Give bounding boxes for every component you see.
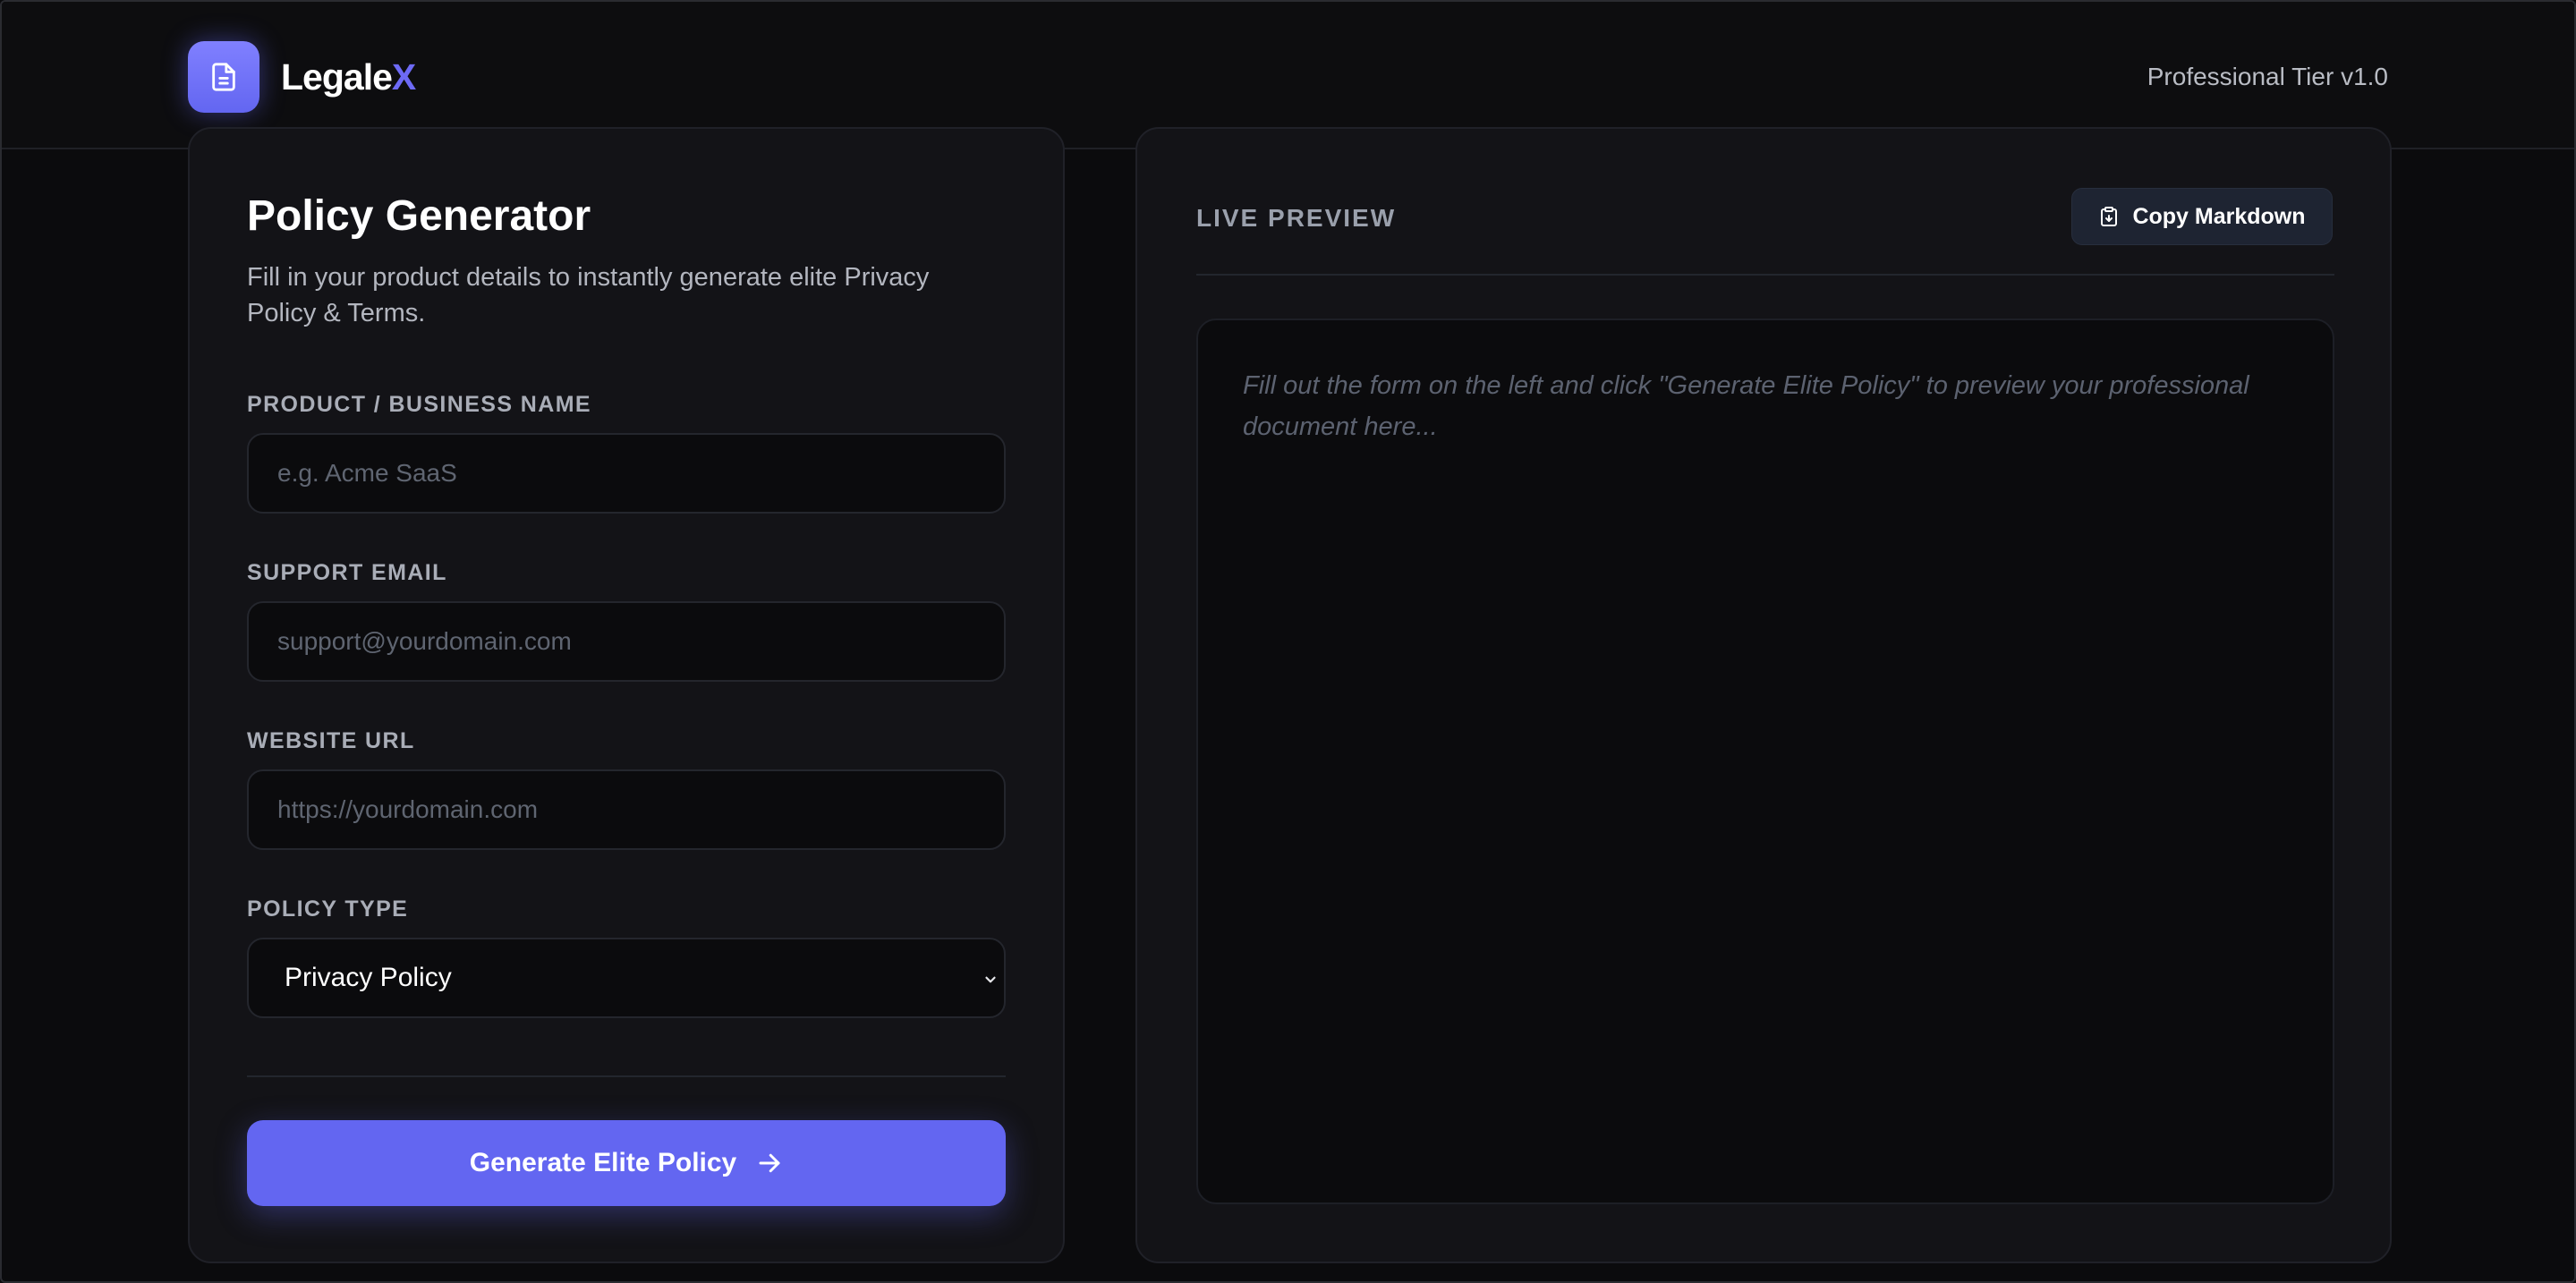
business-name-input[interactable]	[247, 433, 1006, 514]
form-divider	[247, 1075, 1006, 1077]
generate-policy-label: Generate Elite Policy	[469, 1148, 737, 1177]
brand-main: Legale	[281, 56, 393, 98]
policy-type-value: Privacy Policy	[285, 963, 452, 992]
copy-markdown-button[interactable]: Copy Markdown	[2071, 188, 2333, 245]
document-icon	[212, 63, 235, 91]
preview-divider	[1196, 274, 2334, 276]
policy-form-card: Policy Generator Fill in your product de…	[188, 127, 1065, 1263]
preview-placeholder: Fill out the form on the left and click …	[1243, 371, 2249, 441]
clipboard-icon	[2101, 207, 2118, 226]
business-name-label: PRODUCT / BUSINESS NAME	[247, 392, 592, 417]
live-preview-label: LIVE PREVIEW	[1196, 204, 1397, 232]
live-preview-card: LIVE PREVIEW Copy Markdown Fill out the …	[1135, 127, 2392, 1263]
app-window: LegaleX Professional Tier v1.0 Policy Ge…	[0, 0, 2576, 1283]
policy-type-select[interactable]: Privacy Policy	[247, 938, 1006, 1018]
arrow-right-icon	[759, 1153, 780, 1173]
tier-label: Professional Tier v1.0	[2147, 63, 2388, 90]
page-title: Policy Generator	[247, 192, 591, 240]
chevron-down-icon	[985, 976, 996, 983]
generate-policy-button[interactable]: Generate Elite Policy	[247, 1120, 1006, 1206]
brand-accent: X	[391, 56, 416, 98]
policy-type-label: POLICY TYPE	[247, 896, 409, 922]
website-url-input[interactable]	[247, 769, 1006, 850]
brand-name: LegaleX	[281, 54, 416, 100]
logo	[188, 41, 259, 113]
preview-content[interactable]: Fill out the form on the left and click …	[1196, 319, 2334, 1204]
website-url-label: WEBSITE URL	[247, 728, 415, 753]
page-subtitle: Fill in your product details to instantl…	[247, 263, 930, 327]
support-email-label: SUPPORT EMAIL	[247, 560, 447, 585]
copy-markdown-label: Copy Markdown	[2132, 203, 2306, 229]
support-email-input[interactable]	[247, 601, 1006, 682]
